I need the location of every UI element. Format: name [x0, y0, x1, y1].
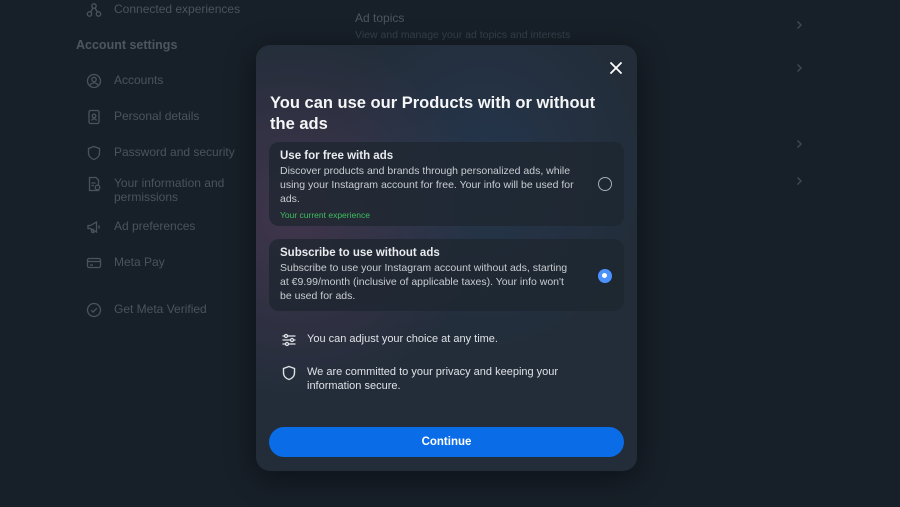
option-title: Subscribe to use without ads [280, 247, 440, 259]
close-icon[interactable] [607, 59, 625, 77]
option-title: Use for free with ads [280, 150, 394, 162]
continue-button[interactable]: Continue [269, 427, 624, 457]
info-privacy: We are committed to your privacy and kee… [281, 365, 591, 393]
info-text: You can adjust your choice at any time. [307, 333, 498, 345]
option-description: Subscribe to use your Instagram account … [280, 262, 568, 302]
current-experience-label: Your current experience [280, 210, 370, 220]
option-description: Discover products and brands through per… [280, 165, 574, 205]
ads-choice-dialog: You can use our Products with or without… [256, 45, 637, 471]
shield-icon [281, 365, 297, 381]
option-free-with-ads[interactable]: Use for free with ads Discover products … [269, 142, 624, 226]
sliders-icon [281, 332, 297, 348]
radio-free-with-ads[interactable] [598, 177, 612, 191]
option-subscribe-no-ads[interactable]: Subscribe to use without ads Subscribe t… [269, 239, 624, 311]
dialog-title: You can use our Products with or without… [270, 94, 596, 133]
info-text: We are committed to your privacy and kee… [307, 366, 559, 392]
info-adjust-choice: You can adjust your choice at any time. [281, 332, 581, 348]
settings-page: Connected experiences Account settings A… [0, 0, 900, 507]
radio-subscribe-no-ads[interactable] [598, 269, 612, 283]
